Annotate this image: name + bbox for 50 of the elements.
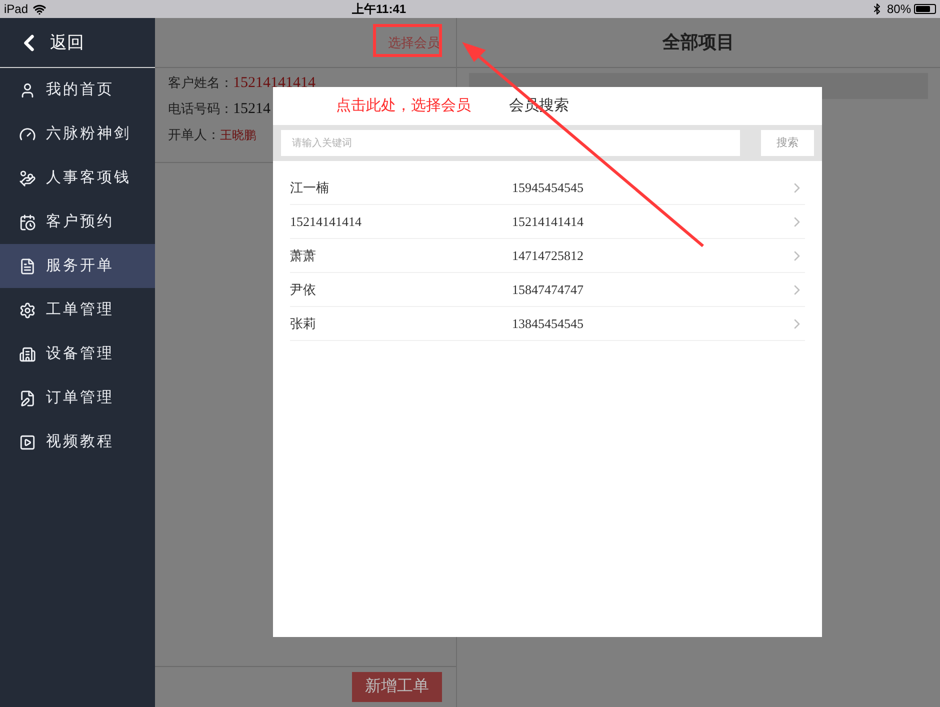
sidebar-item[interactable]: 我的首页	[0, 68, 155, 112]
sidebar-item[interactable]: 视频教程	[0, 420, 155, 464]
member-name: 15214141414	[290, 212, 362, 231]
member-row[interactable]: 张莉 13845454545	[290, 307, 805, 341]
gear-icon	[19, 302, 36, 318]
field-value: 15214141414	[233, 74, 316, 93]
member-name: 萧萧	[290, 246, 317, 265]
sidebar-item[interactable]: 客户预约	[0, 200, 155, 244]
member-phone: 15847474747	[512, 280, 584, 299]
sidebar-item[interactable]: 工单管理	[0, 288, 155, 332]
sidebar-item[interactable]: 服务开单	[0, 244, 155, 288]
field-value: 王晓鹏	[220, 127, 256, 144]
wifi-icon	[33, 2, 46, 16]
person-icon	[19, 82, 36, 98]
gauge-icon	[19, 126, 36, 142]
field-value: 15214	[233, 100, 270, 119]
building-icon	[19, 346, 36, 362]
highlight-frame	[373, 24, 442, 57]
hand-coins-icon	[19, 170, 36, 186]
back-button[interactable]: 返回	[0, 18, 155, 68]
member-row[interactable]: 萧萧 14714725812	[290, 239, 805, 273]
member-row[interactable]: 尹依 15847474747	[290, 273, 805, 307]
sidebar-item[interactable]: 设备管理	[0, 332, 155, 376]
member-phone: 14714725812	[512, 246, 584, 265]
member-row[interactable]: 江一楠 15945454545	[290, 171, 805, 205]
field-label: 客户姓名：	[168, 74, 233, 92]
battery-level: 80%	[886, 1, 911, 18]
battery-icon	[914, 4, 936, 14]
calendar-icon	[19, 214, 36, 230]
member-phone: 15945454545	[512, 178, 584, 197]
edit-document-icon	[19, 390, 36, 406]
member-phone: 13845454545	[512, 314, 584, 333]
sidebar-item[interactable]: 订单管理	[0, 376, 155, 420]
sidebar-item[interactable]: 人事客项钱	[0, 156, 155, 200]
device-name: iPad	[4, 1, 28, 18]
document-icon	[19, 258, 36, 274]
field-label: 开单人：	[168, 126, 220, 144]
member-name: 张莉	[290, 314, 317, 333]
member-row[interactable]: 15214141414 15214141414	[290, 205, 805, 239]
member-phone: 15214141414	[512, 212, 584, 231]
video-icon	[19, 434, 36, 450]
annotation-text: 点击此处，选择会员	[336, 96, 471, 116]
panel-title: 全部项目	[662, 31, 734, 54]
field-label: 电话号码：	[168, 100, 233, 118]
member-name: 江一楠	[290, 178, 330, 197]
clock: 上午11:41	[352, 1, 406, 18]
add-order-button[interactable]: 新增工单	[352, 672, 442, 702]
member-name: 尹依	[290, 280, 317, 299]
keyword-field[interactable]: 请输入关键词	[281, 130, 740, 156]
sidebar-item[interactable]: 六脉粉神剑	[0, 112, 155, 156]
